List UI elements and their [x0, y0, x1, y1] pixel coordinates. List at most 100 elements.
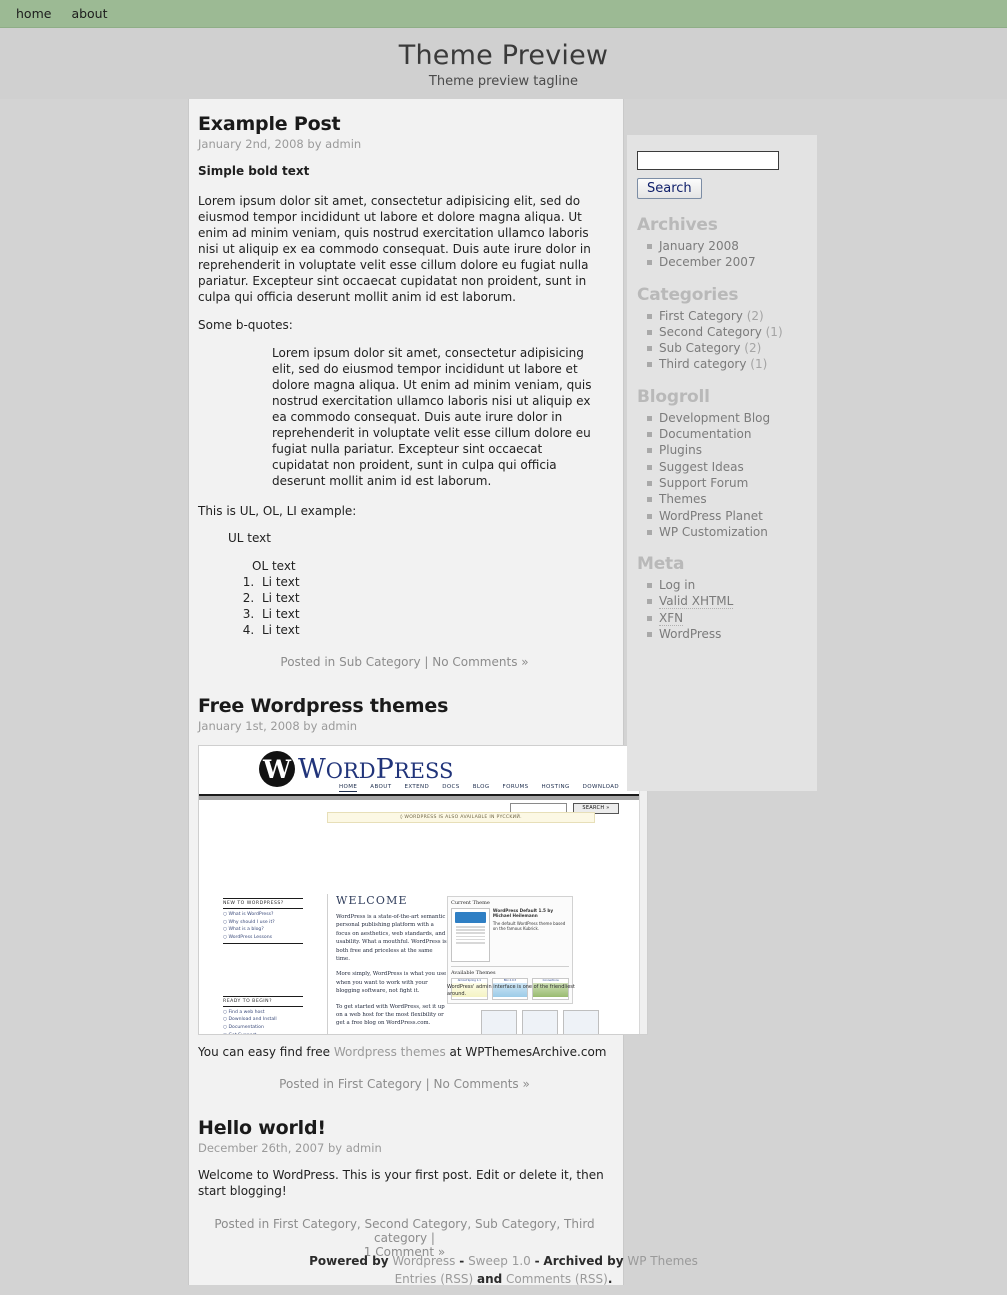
footer-dash-2: - — [534, 1254, 540, 1268]
post-title[interactable]: Example Post — [198, 113, 611, 135]
thumb-line — [456, 935, 485, 938]
posted-in-label: Posted in — [214, 1217, 270, 1231]
wp-shot-paragraph-2: More simply, WordPress is what you use w… — [336, 971, 447, 995]
list-item[interactable]: WordPress — [647, 626, 803, 642]
list-item[interactable]: Documentation — [647, 426, 803, 442]
blogroll-link[interactable]: Themes — [659, 492, 707, 506]
list-item[interactable]: Plugins — [647, 442, 803, 458]
nav-link-about[interactable]: about — [61, 6, 117, 21]
post-example-post: Example Post January 2nd, 2008 by admin … — [198, 113, 611, 673]
posted-in-label: Posted in — [280, 655, 336, 669]
footer-wordpress-link[interactable]: Wordpress — [392, 1254, 455, 1268]
list-item[interactable]: Second Category (1) — [647, 324, 803, 340]
wp-nav-docs: DOCS — [442, 784, 460, 790]
wp-shot-newto-heading: NEW TO WORDPRESS? — [223, 898, 303, 909]
site-header: Theme Preview Theme preview tagline — [0, 28, 1007, 99]
post-comments-link[interactable]: No Comments » — [432, 655, 528, 669]
footer-wpthemes-link[interactable]: WP Themes — [627, 1254, 698, 1268]
blogroll-link[interactable]: Support Forum — [659, 476, 748, 490]
wordmark-ord: ORD — [325, 758, 376, 783]
archive-link[interactable]: December 2007 — [659, 255, 756, 269]
meta-link-valid-xhtml[interactable]: Valid XHTML — [659, 594, 734, 610]
wp-shot-theme-thumbnail — [451, 908, 490, 962]
blockquote-text: Lorem ipsum dolor sit amet, consectetur … — [272, 346, 592, 488]
meta-list: Log in Valid XHTML XFN WordPress — [637, 577, 803, 642]
list-item[interactable]: WP Customization — [647, 524, 803, 540]
blockquote-intro: Some b-quotes: — [198, 318, 293, 332]
footer-separator: | — [425, 1077, 430, 1091]
sidebar-block-blogroll: Blogroll Development Blog Documentation … — [637, 387, 803, 540]
wp-shot-current-theme-row: WordPress Default 1.5 by Michael Heilema… — [451, 908, 569, 962]
wp-shot-link: Find a web host — [223, 1010, 303, 1015]
footer-theme-link[interactable]: Sweep 1.0 — [468, 1254, 531, 1268]
post-category-link[interactable]: First Category — [338, 1077, 422, 1091]
main-content-column: Example Post January 2nd, 2008 by admin … — [188, 99, 648, 1285]
wp-shot-current-theme-title: Current Theme — [451, 900, 490, 906]
wp-shot-admin-note: WordPress' admin interface is one of the… — [447, 984, 575, 997]
search-form: Search — [637, 151, 803, 199]
post-paragraph: Welcome to WordPress. This is your first… — [198, 1168, 604, 1198]
blogroll-link[interactable]: Development Blog — [659, 411, 770, 425]
post-comments-link[interactable]: No Comments » — [433, 1077, 529, 1091]
footer-entries-rss-link[interactable]: Entries (RSS) — [395, 1272, 474, 1286]
list-item[interactable]: December 2007 — [647, 254, 803, 270]
list-item[interactable]: Valid XHTML — [647, 593, 803, 610]
wordpress-wordmark: WORDPRESS — [298, 753, 454, 785]
footer-separator: | — [424, 655, 429, 669]
wp-shot-welcome-heading: WELCOME — [336, 894, 408, 907]
blogroll-link[interactable]: WordPress Planet — [659, 509, 763, 523]
post-title[interactable]: Hello world! — [198, 1117, 611, 1139]
post-title[interactable]: Free Wordpress themes — [198, 695, 611, 717]
category-link[interactable]: Sub Category — [659, 341, 740, 355]
post-footer: Posted in First Category | No Comments » — [198, 1077, 611, 1095]
category-link[interactable]: Second Category — [659, 325, 762, 339]
unordered-list-demo: UL text OL text Li text Li text Li text … — [198, 531, 611, 637]
wordpress-screenshot-image[interactable]: W WORDPRESS HOME ABOUT EXTEND DOCS BLOG … — [198, 745, 648, 1035]
meta-link-wordpress[interactable]: WordPress — [659, 627, 721, 641]
list-item[interactable]: Log in — [647, 577, 803, 593]
footer-and: and — [476, 1272, 503, 1286]
blogroll-link[interactable]: Plugins — [659, 443, 702, 457]
post-category-link[interactable]: Sub Category — [339, 655, 420, 669]
meta-link-login[interactable]: Log in — [659, 578, 695, 592]
blogroll-link[interactable]: WP Customization — [659, 525, 768, 539]
category-link[interactable]: First Category — [659, 309, 743, 323]
sidebar-heading-archives: Archives — [637, 215, 718, 235]
footer-line-1: Powered by Wordpress - Sweep 1.0 - Archi… — [0, 1252, 1007, 1270]
site-footer: Powered by Wordpress - Sweep 1.0 - Archi… — [0, 1238, 1007, 1288]
list-item[interactable]: XFN — [647, 610, 803, 626]
category-count: (2) — [744, 341, 762, 356]
caption-link[interactable]: Wordpress themes — [334, 1045, 446, 1059]
list-item[interactable]: January 2008 — [647, 238, 803, 254]
site-title[interactable]: Theme Preview — [0, 40, 1007, 71]
wp-shot-link: Documentation — [223, 1025, 303, 1030]
list-item[interactable]: Support Forum — [647, 475, 803, 491]
wp-nav-hosting: HOSTING — [541, 784, 570, 790]
category-link[interactable]: Third category — [659, 357, 746, 371]
search-button[interactable]: Search — [637, 178, 702, 199]
list-item[interactable]: Third category (1) — [647, 356, 803, 372]
wp-nav-blog: BLOG — [472, 784, 490, 790]
wp-shot-newto-list: What is WordPress? Why should I use it? … — [223, 912, 303, 940]
meta-link-xfn[interactable]: XFN — [659, 610, 684, 626]
search-input[interactable] — [637, 151, 779, 170]
list-item[interactable]: Suggest Ideas — [647, 459, 803, 475]
archive-link[interactable]: January 2008 — [659, 239, 739, 253]
list-item[interactable]: First Category (2) — [647, 308, 803, 324]
list-item[interactable]: Sub Category (2) — [647, 340, 803, 356]
wp-shot-nav: HOME ABOUT EXTEND DOCS BLOG FORUMS HOSTI… — [339, 784, 619, 792]
wp-nav-home: HOME — [339, 784, 358, 792]
blogroll-link[interactable]: Documentation — [659, 427, 752, 441]
blogroll-link[interactable]: Suggest Ideas — [659, 460, 744, 474]
wp-shot-theme-name: WordPress Default 1.5 by Michael Heilema… — [492, 908, 554, 919]
wp-nav-forums: FORUMS — [502, 784, 529, 790]
wp-shot-link: Download and Install — [223, 1017, 303, 1022]
wp-shot-ready-heading: READY TO BEGIN? — [223, 995, 303, 1007]
list-item[interactable]: Themes — [647, 491, 803, 507]
list-intro: This is UL, OL, LI example: — [198, 504, 357, 518]
list-item[interactable]: Development Blog — [647, 410, 803, 426]
list-item[interactable]: WordPress Planet — [647, 508, 803, 524]
nav-link-home[interactable]: home — [6, 6, 61, 21]
footer-comments-rss-link[interactable]: Comments (RSS) — [506, 1272, 608, 1286]
wp-shot-header: W WORDPRESS HOME ABOUT EXTEND DOCS BLOG … — [199, 746, 647, 796]
